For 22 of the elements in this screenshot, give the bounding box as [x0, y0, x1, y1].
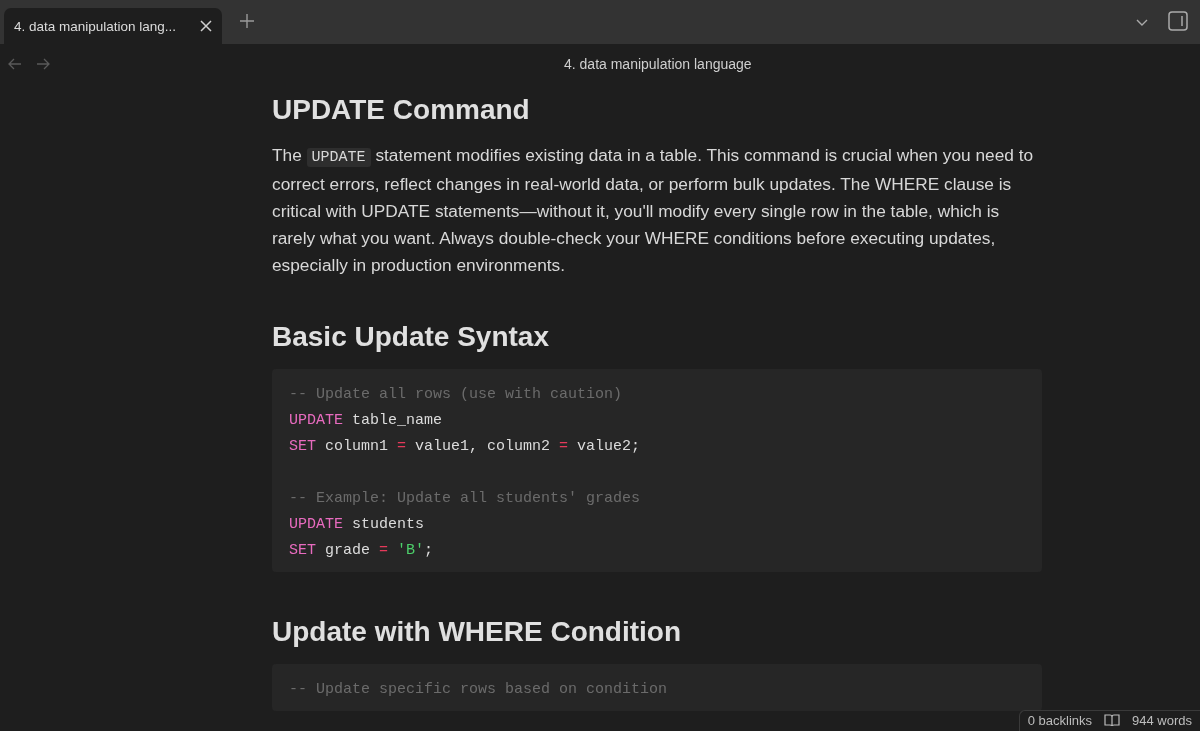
code-line: -- Update all rows (use with caution) — [289, 386, 623, 403]
code-line: SET column1 = value1, column2 = value2; — [289, 438, 641, 455]
back-arrow-icon[interactable] — [8, 58, 22, 70]
code-line: UPDATE table_name — [289, 412, 443, 429]
plus-icon[interactable] — [240, 14, 254, 28]
code-line: SET grade = 'B'; — [289, 542, 434, 559]
code-line: -- Example: Update all students' grades — [289, 490, 641, 507]
chevron-down-icon[interactable] — [1136, 19, 1148, 26]
forward-arrow-icon[interactable] — [36, 58, 50, 70]
note-title: 4. data manipulation language — [564, 56, 752, 72]
backlinks-count[interactable]: 0 backlinks — [1027, 713, 1092, 728]
close-icon[interactable] — [200, 20, 212, 32]
note-tab[interactable]: 4. data manipulation lang... — [4, 8, 222, 44]
word-count: 944 words — [1132, 713, 1192, 728]
book-icon — [1104, 714, 1120, 727]
section-heading: Basic Update Syntax — [272, 320, 550, 354]
code-line: UPDATE students — [289, 516, 425, 533]
sidebar-toggle-icon[interactable] — [1168, 11, 1188, 31]
paragraph: The UPDATE statement modifies existing data in a table. This command is crucial when you need to correct errors, reflect changes in real-world data, or perform bulk updates. The WHERE clause is critical with UPDATE statements—without it, you'll modify every single row in the table, which is rarely what you want. Always double-check your WHERE conditions before executing updates, especially in production environments. — [272, 144, 1035, 277]
code-line: -- Update specific rows based on condition — [289, 681, 668, 698]
section-heading: UPDATE Command — [272, 93, 531, 127]
section-heading: Update with WHERE Condition — [272, 615, 683, 649]
